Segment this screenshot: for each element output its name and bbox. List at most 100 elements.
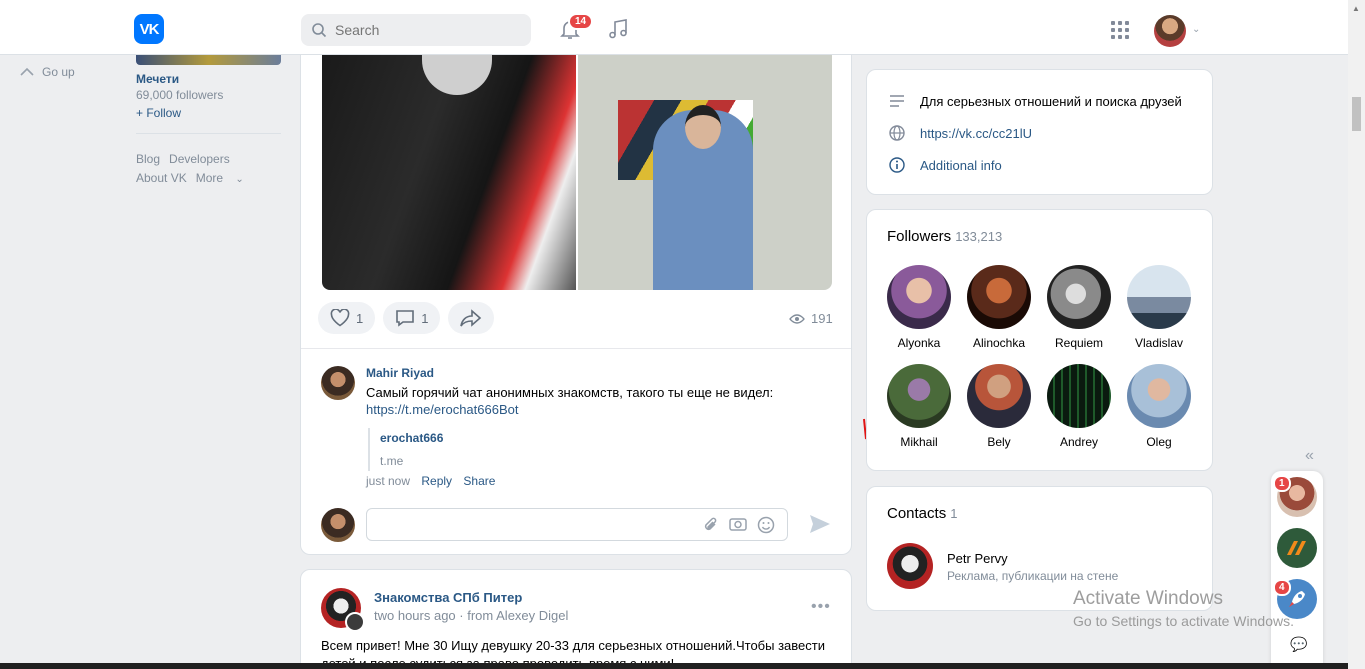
follower-name[interactable]: Oleg xyxy=(1119,435,1199,449)
share-icon xyxy=(460,309,482,327)
follower-avatar[interactable] xyxy=(1047,265,1111,329)
comment-button[interactable]: 1 xyxy=(383,302,441,334)
follower-avatar[interactable] xyxy=(887,364,951,428)
follower-name[interactable]: Alinochka xyxy=(959,336,1039,350)
follower-item[interactable]: Bely xyxy=(959,364,1039,449)
follower-item[interactable]: Alyonka xyxy=(879,265,959,350)
emoji-icon[interactable] xyxy=(757,516,775,534)
send-icon[interactable] xyxy=(809,514,831,534)
follower-item[interactable]: Alinochka xyxy=(959,265,1039,350)
post2-meta: two hours ago · from Alexey Digel xyxy=(374,608,569,623)
chat-brand-logo-icon xyxy=(1287,541,1306,555)
windows-activation-watermark: Activate Windows Go to Settings to activ… xyxy=(1073,588,1294,629)
more-options-icon[interactable]: ••• xyxy=(811,598,831,616)
contacts-title[interactable]: Contacts 1 xyxy=(887,505,957,522)
go-up-button[interactable]: Go up xyxy=(20,65,75,79)
follower-name[interactable]: Alyonka xyxy=(879,336,959,350)
follower-avatar[interactable] xyxy=(1127,265,1191,329)
share-button[interactable] xyxy=(448,302,495,334)
follower-name[interactable]: Mikhail xyxy=(879,435,959,449)
text-lines-icon xyxy=(888,92,906,110)
followers-count: 133,213 xyxy=(955,229,1003,244)
apps-grid-icon[interactable] xyxy=(1110,20,1130,40)
post-card-2: Знакомства СПб Питер two hours ago · fro… xyxy=(300,569,852,669)
search-input[interactable] xyxy=(335,22,505,38)
page-scrollbar[interactable]: ▲ xyxy=(1348,0,1365,669)
follower-avatar[interactable] xyxy=(1127,364,1191,428)
follower-name[interactable]: Andrey xyxy=(1039,435,1119,449)
contact-name-link[interactable]: Petr Pervy xyxy=(947,551,1008,566)
follower-item[interactable]: Andrey xyxy=(1039,364,1119,449)
contact-avatar[interactable] xyxy=(887,543,933,589)
footer-developers-link[interactable]: Developers xyxy=(169,152,230,166)
chat-side-panel: 1 4 💬 xyxy=(1271,471,1323,669)
post-actions: 1 1 xyxy=(318,302,495,334)
post2-author-link[interactable]: Знакомства СПб Питер xyxy=(374,590,522,605)
post2-from[interactable]: from Alexey Digel xyxy=(467,608,568,623)
link-snippet[interactable]: erochat666 t.me xyxy=(368,428,443,471)
follower-avatar[interactable] xyxy=(967,265,1031,329)
camera-icon[interactable] xyxy=(729,516,747,532)
reply-link[interactable]: Reply xyxy=(421,474,452,488)
snippet-title[interactable]: erochat666 xyxy=(380,431,443,445)
additional-info-link[interactable]: Additional info xyxy=(920,158,1002,173)
vk-logo[interactable]: VK xyxy=(134,14,164,44)
follower-item[interactable]: Vladislav xyxy=(1119,265,1199,350)
music-icon[interactable] xyxy=(606,17,630,41)
footer-blog-link[interactable]: Blog xyxy=(136,152,160,166)
follower-item[interactable]: Oleg xyxy=(1119,364,1199,449)
footer-about-link[interactable]: About VK xyxy=(136,171,187,185)
watermark-title: Activate Windows xyxy=(1073,588,1223,609)
followers-title[interactable]: Followers 133,213 xyxy=(887,228,1002,245)
follower-avatar[interactable] xyxy=(1047,364,1111,428)
comment-input-box[interactable] xyxy=(366,508,788,541)
followers-card: Followers 133,213 Alyonka Alinochka Requi… xyxy=(866,209,1213,471)
info-url-row[interactable]: https://vk.cc/cc21lU xyxy=(888,124,1032,142)
follower-name[interactable]: Vladislav xyxy=(1119,336,1199,350)
like-button[interactable]: 1 xyxy=(318,302,376,334)
post2-sub-avatar[interactable] xyxy=(345,612,365,632)
follower-item[interactable]: Requiem xyxy=(1039,265,1119,350)
chat-avatar-2[interactable] xyxy=(1277,528,1317,568)
comment-author-link[interactable]: Mahir Riyad xyxy=(366,366,434,380)
snippet-domain: t.me xyxy=(380,454,404,468)
chevron-down-icon[interactable]: ⌄ xyxy=(1192,24,1200,35)
search-icon xyxy=(312,23,327,38)
post-photo-1[interactable] xyxy=(322,55,576,290)
follower-name[interactable]: Requiem xyxy=(1039,336,1119,350)
notifications-badge: 14 xyxy=(568,13,594,30)
follower-item[interactable]: Mikhail xyxy=(879,364,959,449)
follower-avatar[interactable] xyxy=(887,265,951,329)
chevron-down-icon: ⌄ xyxy=(235,174,244,185)
share-link[interactable]: Share xyxy=(463,474,495,488)
scrollbar-thumb[interactable] xyxy=(1352,97,1361,131)
profile-avatar[interactable] xyxy=(1154,15,1186,47)
info-additional-row[interactable]: Additional info xyxy=(888,156,1002,174)
follower-avatar[interactable] xyxy=(967,364,1031,428)
contacts-count: 1 xyxy=(950,506,958,521)
comment-author-avatar[interactable] xyxy=(321,366,355,400)
attach-icon[interactable] xyxy=(703,516,719,534)
info-url-link[interactable]: https://vk.cc/cc21lU xyxy=(920,126,1032,141)
follower-name[interactable]: Bely xyxy=(959,435,1039,449)
info-description-row: Для серьезных отношений и поиска друзей xyxy=(888,92,1182,110)
scroll-up-arrow-icon[interactable]: ▲ xyxy=(1352,4,1360,13)
follow-button[interactable]: + Follow xyxy=(136,106,181,120)
group-name-link[interactable]: Мечети xyxy=(136,72,179,86)
my-avatar xyxy=(321,508,355,542)
post2-time[interactable]: two hours ago xyxy=(374,608,456,623)
post-photo-2[interactable] xyxy=(578,55,832,290)
comment-text: Самый горячий чат анонимных знакомств, т… xyxy=(366,385,774,400)
left-divider xyxy=(136,133,281,134)
chat-bubble-icon[interactable]: 💬 xyxy=(1290,636,1307,653)
group-cover-image[interactable] xyxy=(136,55,281,65)
comment-time[interactable]: just now xyxy=(366,474,410,488)
comment-url-link[interactable]: https://t.me/erochat666Bot xyxy=(366,402,518,417)
comment-input[interactable] xyxy=(377,509,697,539)
globe-icon xyxy=(888,124,906,142)
collapse-chats-icon[interactable]: « xyxy=(1305,447,1314,465)
chevron-up-icon xyxy=(20,67,34,76)
footer-more-link[interactable]: More ⌄ xyxy=(196,171,253,185)
go-up-label: Go up xyxy=(42,65,75,79)
search-box[interactable] xyxy=(301,14,531,46)
